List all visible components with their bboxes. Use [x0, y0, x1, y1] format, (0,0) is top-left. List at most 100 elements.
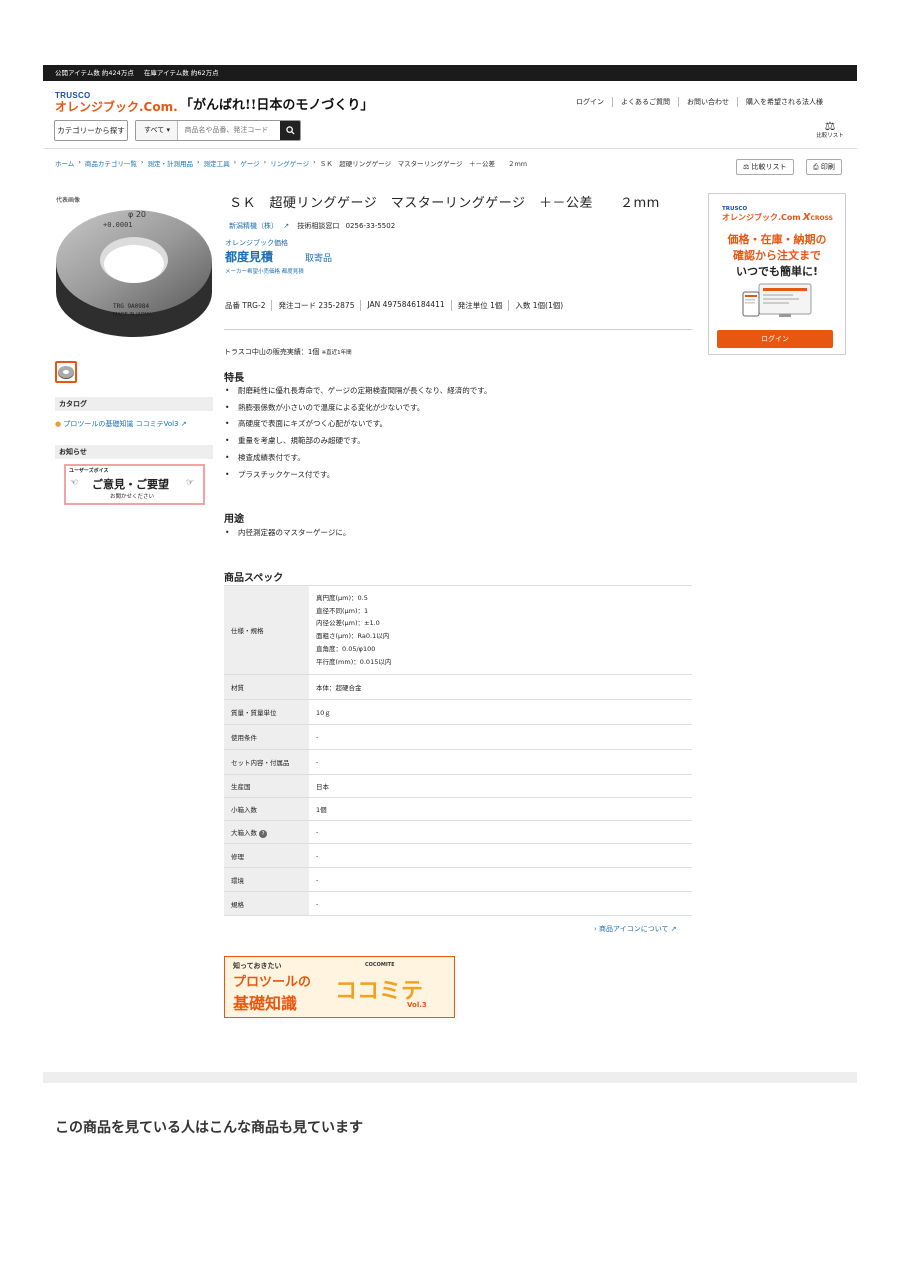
- spec-value: -: [309, 891, 692, 917]
- spec-key: セット内容・付属品: [224, 749, 309, 775]
- divider: [224, 329, 692, 330]
- nav-contact[interactable]: お問い合わせ: [678, 97, 737, 107]
- maker-link[interactable]: 新潟精機（株）: [229, 222, 278, 230]
- notice-heading: お知らせ: [55, 445, 213, 459]
- voice-sub: お聞かせください: [110, 494, 155, 500]
- caret-down-icon: ▾: [166, 126, 170, 134]
- table-row: 環境 -: [224, 867, 692, 892]
- ad-cross: CROSS: [810, 215, 833, 222]
- nav-corporate[interactable]: 購入を希望される法人様: [737, 97, 831, 107]
- stock-item-count: 在庫アイテム数 約62万点: [143, 69, 219, 77]
- ad-line1: 価格・在庫・納期の: [727, 233, 827, 246]
- catalog-link-label: プロツールの基礎知識 ココミテVol3: [63, 420, 179, 428]
- spec-key: 規格: [224, 891, 309, 917]
- cross-ad: TRUSCO オレンジブック.Com XCROSS 価格・在庫・納期の 確認から注…: [708, 193, 846, 355]
- search-scope-select[interactable]: すべて ▾: [136, 121, 179, 140]
- search-input[interactable]: [178, 121, 281, 140]
- public-item-count: 公開アイテム数 約424万点: [55, 69, 134, 77]
- site-logo[interactable]: TRUSCO オレンジブック.Com.: [55, 92, 178, 115]
- list-item: 検査成績表付です。: [224, 450, 492, 467]
- breadcrumb-sep: ›: [263, 158, 267, 166]
- spec-value: 本体：超硬合金: [309, 674, 692, 700]
- table-row: 材質 本体：超硬合金: [224, 674, 692, 700]
- spec-heading: 商品スペック: [224, 573, 284, 584]
- breadcrumb-measuring[interactable]: 測定・計測用品: [148, 158, 194, 168]
- section-divider: [43, 1072, 857, 1083]
- external-link-icon: ↗: [670, 925, 677, 933]
- price-note: メーカー希望小売価格 都度見積: [225, 269, 304, 275]
- spec-key: 生産国: [224, 774, 309, 798]
- breadcrumb-tools[interactable]: 測定工具: [204, 158, 230, 168]
- recommend-heading: この商品を見ている人はこんな商品も見ています: [55, 1120, 363, 1136]
- table-row: 修理 -: [224, 843, 692, 868]
- table-row: 仕様・規格 真円度(μm)：0.5 直径不同(μm)：1 内径公差(μm)：±1…: [224, 584, 692, 675]
- table-row: 生産国 日本: [224, 774, 692, 798]
- ring-thumb-icon: [58, 366, 74, 379]
- category-button[interactable]: カテゴリーから探す: [54, 120, 128, 141]
- price-label: オレンジブック価格: [225, 239, 288, 247]
- tagline: 「がんばれ!!日本のモノづくり」: [180, 98, 374, 113]
- features-list: 耐磨耗性に優れ長寿命で、ゲージの定期検査間隔が長くなり、経済的です。 熱膨張係数…: [224, 383, 492, 483]
- mascot-icon: ●: [55, 420, 62, 428]
- spec-value: -: [309, 749, 692, 775]
- spec-line: 平行度(mm)：0.015以内: [316, 657, 392, 666]
- user-voice-banner[interactable]: ユーザーズボイス ☜ ご意見・ご要望 ☞ お聞かせください: [64, 464, 205, 505]
- breadcrumb-sep: ›: [233, 158, 237, 166]
- table-row: 小箱入数 1個: [224, 797, 692, 821]
- spec-key: 大箱入数: [231, 828, 257, 837]
- chevron-right-icon: ›: [594, 925, 597, 933]
- spec-key-with-help: 大箱入数 ?: [224, 820, 309, 844]
- external-link-icon: ↗: [180, 420, 187, 428]
- product-image: φ 20 +0.0001 TRG 9A0984 MADE IN JAPAN: [56, 210, 212, 337]
- breadcrumb-categories[interactable]: 商品カテゴリ一覧: [85, 158, 137, 168]
- print-button[interactable]: ⎙ 印刷: [806, 159, 842, 175]
- compare-list-label: 比較リスト: [816, 133, 844, 139]
- cocomite-banner[interactable]: 知っておきたい プロツールの 基礎知識 COCOMITE ココミテ Vol.3: [224, 956, 455, 1018]
- breadcrumb-sep: ›: [140, 158, 144, 166]
- icon-info-link[interactable]: › 商品アイコンについて ↗: [594, 924, 677, 934]
- spec-value: 日本: [309, 774, 692, 798]
- spec-line: 内径公差(μm)：±1.0: [316, 619, 380, 628]
- list-item: 重量を考慮し、規範部のみ超硬です。: [224, 433, 492, 450]
- list-item: 耐磨耗性に優れ長寿命で、ゲージの定期検査間隔が長くなり、経済的です。: [224, 383, 492, 400]
- spec-key: 質量・質量単位: [224, 699, 309, 725]
- product-thumbnail[interactable]: [55, 361, 77, 383]
- help-icon[interactable]: ?: [259, 829, 268, 838]
- list-item: 高硬度で表面にキズがつく心配がないです。: [224, 416, 492, 433]
- spec-key: 修理: [224, 843, 309, 868]
- list-item: 内径測定器のマスターゲージに。: [224, 525, 350, 542]
- voice-main: ご意見・ご要望: [92, 478, 169, 491]
- ring-text-made: MADE IN JAPAN: [113, 312, 151, 318]
- spec-value: -: [309, 867, 692, 892]
- search-button[interactable]: [280, 121, 300, 140]
- breadcrumb-home[interactable]: ホーム: [55, 158, 74, 168]
- top-info-bar: 公開アイテム数 約424万点 在庫アイテム数 約62万点: [43, 65, 857, 81]
- breadcrumb: ホーム › 商品カテゴリ一覧 › 測定・計測用品 › 測定工具 › ゲージ › リングゲー…: [55, 158, 531, 168]
- table-row: 大箱入数 ? -: [224, 820, 692, 844]
- support-phone: 0256-33-5502: [345, 222, 396, 230]
- search-box: すべて ▾: [135, 120, 301, 141]
- compare-add-button[interactable]: ⚖ 比較リスト: [736, 159, 794, 175]
- breadcrumb-gauge[interactable]: ゲージ: [240, 158, 259, 168]
- sound-icon: ☞: [186, 478, 195, 488]
- spec-line: 面粗さ(μm)：Ra0.1以内: [316, 632, 390, 641]
- jan-code: JAN 4975846184411: [360, 300, 450, 311]
- banner-vol: Vol.3: [407, 1001, 427, 1009]
- support-label: 技術相談窓口: [297, 222, 340, 230]
- catalog-link[interactable]: ● プロツールの基礎知識 ココミテVol3 ↗: [55, 419, 187, 429]
- table-row: 質量・質量単位 10ｇ: [224, 699, 692, 725]
- banner-line2: プロツールの: [233, 975, 312, 990]
- spec-table: 仕様・規格 真円度(μm)：0.5 直径不同(μm)：1 内径公差(μm)：±1…: [224, 584, 692, 917]
- spec-value: -: [309, 843, 692, 868]
- compare-list-button[interactable]: ⚖ 比較リスト: [812, 120, 848, 140]
- spec-key: 材質: [224, 674, 309, 700]
- icon-info-label: 商品アイコンについて: [599, 925, 669, 933]
- nav-login[interactable]: ログイン: [568, 97, 612, 107]
- breadcrumb-ring-gauge[interactable]: リングゲージ: [270, 158, 309, 168]
- spec-line: 真円度(μm)：0.5: [316, 594, 368, 602]
- sales-note: ※直近1年間: [321, 350, 352, 356]
- nav-faq[interactable]: よくあるご質問: [612, 97, 678, 107]
- ad-login-button[interactable]: ログイン: [717, 330, 833, 348]
- spec-key: 小箱入数: [224, 797, 309, 821]
- spec-line: 直径不同(μm)：1: [316, 606, 369, 615]
